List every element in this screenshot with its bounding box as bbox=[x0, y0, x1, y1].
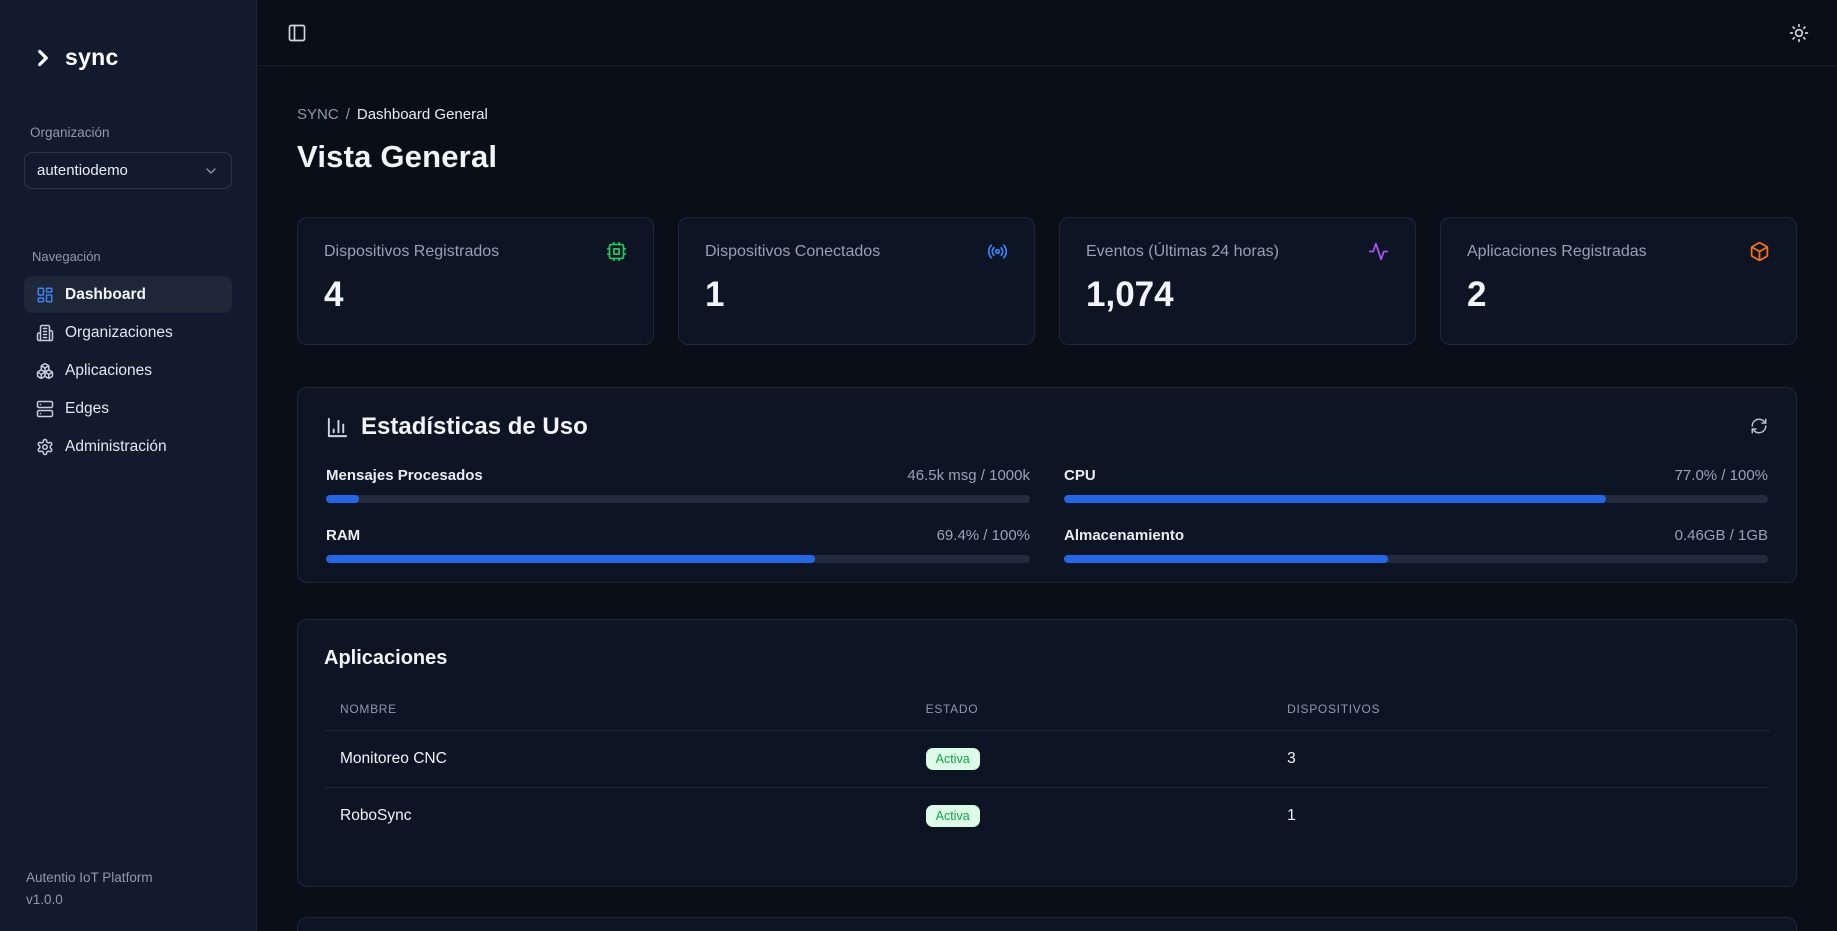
server-icon bbox=[36, 400, 54, 418]
sidebar-item-label: Administración bbox=[65, 438, 167, 456]
progress-bar bbox=[1064, 555, 1768, 563]
sidebar-toggle-button[interactable] bbox=[283, 19, 311, 47]
sidebar: sync Organización autentiodemo Navegació… bbox=[0, 0, 257, 931]
sidebar-item-administracion[interactable]: Administración bbox=[24, 428, 232, 465]
boxes-icon bbox=[36, 362, 54, 380]
metric-label: Almacenamiento bbox=[1064, 527, 1184, 544]
progress-fill bbox=[326, 555, 815, 563]
metric-label: RAM bbox=[326, 527, 360, 544]
sidebar-item-label: Aplicaciones bbox=[65, 362, 152, 380]
applications-title: Aplicaciones bbox=[324, 647, 1770, 670]
applications-card: Aplicaciones NOMBRE ESTADO DISPOSITIVOS … bbox=[297, 619, 1797, 887]
stat-value: 2 bbox=[1467, 275, 1770, 315]
organization-value: autentiodemo bbox=[37, 162, 128, 179]
metric-almacenamiento: Almacenamiento 0.46GB / 1GB bbox=[1064, 527, 1768, 563]
metric-mensajes-procesados: Mensajes Procesados 46.5k msg / 1000k bbox=[326, 467, 1030, 503]
platform-name: Autentio IoT Platform bbox=[26, 870, 232, 885]
panel-left-icon bbox=[287, 23, 307, 43]
page-content: SYNC / Dashboard General Vista General D… bbox=[257, 66, 1837, 931]
progress-bar bbox=[326, 555, 1030, 563]
table-row-monitoreo-cnc[interactable]: Monitoreo CNC Activa 3 bbox=[324, 731, 1770, 788]
sidebar-item-label: Edges bbox=[65, 400, 109, 418]
refresh-button[interactable] bbox=[1750, 417, 1768, 438]
applications-table: NOMBRE ESTADO DISPOSITIVOS Monitoreo CNC… bbox=[324, 690, 1770, 844]
app-name: RoboSync bbox=[324, 788, 910, 845]
activity-icon bbox=[1368, 241, 1389, 262]
stat-value: 1 bbox=[705, 275, 1008, 315]
sidebar-item-dashboard[interactable]: Dashboard bbox=[24, 276, 232, 313]
sun-icon bbox=[1789, 23, 1809, 43]
sidebar-item-label: Organizaciones bbox=[65, 324, 173, 342]
sidebar-item-organizaciones[interactable]: Organizaciones bbox=[24, 314, 232, 351]
breadcrumb-separator: / bbox=[346, 106, 350, 123]
stat-value: 1,074 bbox=[1086, 275, 1389, 315]
chevron-down-icon bbox=[203, 163, 219, 179]
app-root: sync Organización autentiodemo Navegació… bbox=[0, 0, 1837, 931]
stat-label: Eventos (Últimas 24 horas) bbox=[1086, 243, 1279, 261]
progress-bar bbox=[1064, 495, 1768, 503]
box-icon bbox=[1749, 241, 1770, 262]
next-section-card-partial bbox=[297, 917, 1797, 931]
sidebar-item-aplicaciones[interactable]: Aplicaciones bbox=[24, 352, 232, 389]
organization-select[interactable]: autentiodemo bbox=[24, 152, 232, 189]
app-devices: 1 bbox=[1271, 788, 1770, 845]
gear-icon bbox=[36, 438, 54, 456]
stat-label: Dispositivos Registrados bbox=[324, 243, 499, 261]
radio-icon bbox=[987, 241, 1008, 262]
main-area: SYNC / Dashboard General Vista General D… bbox=[257, 0, 1837, 931]
stat-value: 4 bbox=[324, 275, 627, 315]
column-header-estado: ESTADO bbox=[910, 690, 1272, 731]
progress-fill bbox=[1064, 555, 1388, 563]
stat-card-dispositivos-registrados: Dispositivos Registrados 4 bbox=[297, 217, 654, 345]
stat-cards: Dispositivos Registrados 4 Dispositivos … bbox=[297, 217, 1797, 345]
navigation-label: Navegación bbox=[24, 249, 232, 264]
stat-card-aplicaciones-registradas: Aplicaciones Registradas 2 bbox=[1440, 217, 1797, 345]
page-title: Vista General bbox=[297, 139, 1797, 175]
usage-title: Estadísticas de Uso bbox=[361, 413, 588, 441]
stat-label: Dispositivos Conectados bbox=[705, 243, 880, 261]
progress-bar bbox=[326, 495, 1030, 503]
column-header-dispositivos: DISPOSITIVOS bbox=[1271, 690, 1770, 731]
usage-statistics-card: Estadísticas de Uso Mensajes Procesados … bbox=[297, 387, 1797, 583]
refresh-icon bbox=[1750, 417, 1768, 435]
sidebar-footer: Autentio IoT Platform v1.0.0 bbox=[24, 870, 232, 907]
brand-logo: sync bbox=[24, 44, 232, 71]
breadcrumb-current: Dashboard General bbox=[357, 106, 488, 123]
metric-value: 77.0% / 100% bbox=[1675, 467, 1768, 484]
building-icon bbox=[36, 324, 54, 342]
status-badge: Activa bbox=[926, 805, 980, 827]
metric-label: CPU bbox=[1064, 467, 1096, 484]
progress-fill bbox=[326, 495, 359, 503]
platform-version: v1.0.0 bbox=[26, 892, 232, 907]
breadcrumb: SYNC / Dashboard General bbox=[297, 106, 1797, 123]
sidebar-item-edges[interactable]: Edges bbox=[24, 390, 232, 427]
metric-cpu: CPU 77.0% / 100% bbox=[1064, 467, 1768, 503]
stat-card-eventos: Eventos (Últimas 24 horas) 1,074 bbox=[1059, 217, 1416, 345]
cpu-icon bbox=[606, 241, 627, 262]
organization-label: Organización bbox=[24, 125, 232, 140]
stat-label: Aplicaciones Registradas bbox=[1467, 243, 1647, 261]
metric-value: 69.4% / 100% bbox=[937, 527, 1030, 544]
breadcrumb-root[interactable]: SYNC bbox=[297, 106, 339, 123]
metric-ram: RAM 69.4% / 100% bbox=[326, 527, 1030, 563]
bar-chart-icon bbox=[326, 416, 349, 439]
usage-metrics: Mensajes Procesados 46.5k msg / 1000k CP… bbox=[326, 467, 1768, 563]
metric-label: Mensajes Procesados bbox=[326, 467, 483, 484]
stat-card-dispositivos-conectados: Dispositivos Conectados 1 bbox=[678, 217, 1035, 345]
brand-name: sync bbox=[65, 44, 119, 71]
status-badge: Activa bbox=[926, 748, 980, 770]
chevron-right-logo-icon bbox=[30, 45, 56, 71]
metric-value: 46.5k msg / 1000k bbox=[907, 467, 1030, 484]
sidebar-item-label: Dashboard bbox=[65, 286, 146, 304]
topbar bbox=[257, 0, 1837, 66]
app-devices: 3 bbox=[1271, 731, 1770, 788]
table-row-robosync[interactable]: RoboSync Activa 1 bbox=[324, 788, 1770, 845]
metric-value: 0.46GB / 1GB bbox=[1675, 527, 1768, 544]
layout-dashboard-icon bbox=[36, 286, 54, 304]
app-name: Monitoreo CNC bbox=[324, 731, 910, 788]
progress-fill bbox=[1064, 495, 1606, 503]
column-header-nombre: NOMBRE bbox=[324, 690, 910, 731]
theme-toggle-button[interactable] bbox=[1785, 19, 1813, 47]
